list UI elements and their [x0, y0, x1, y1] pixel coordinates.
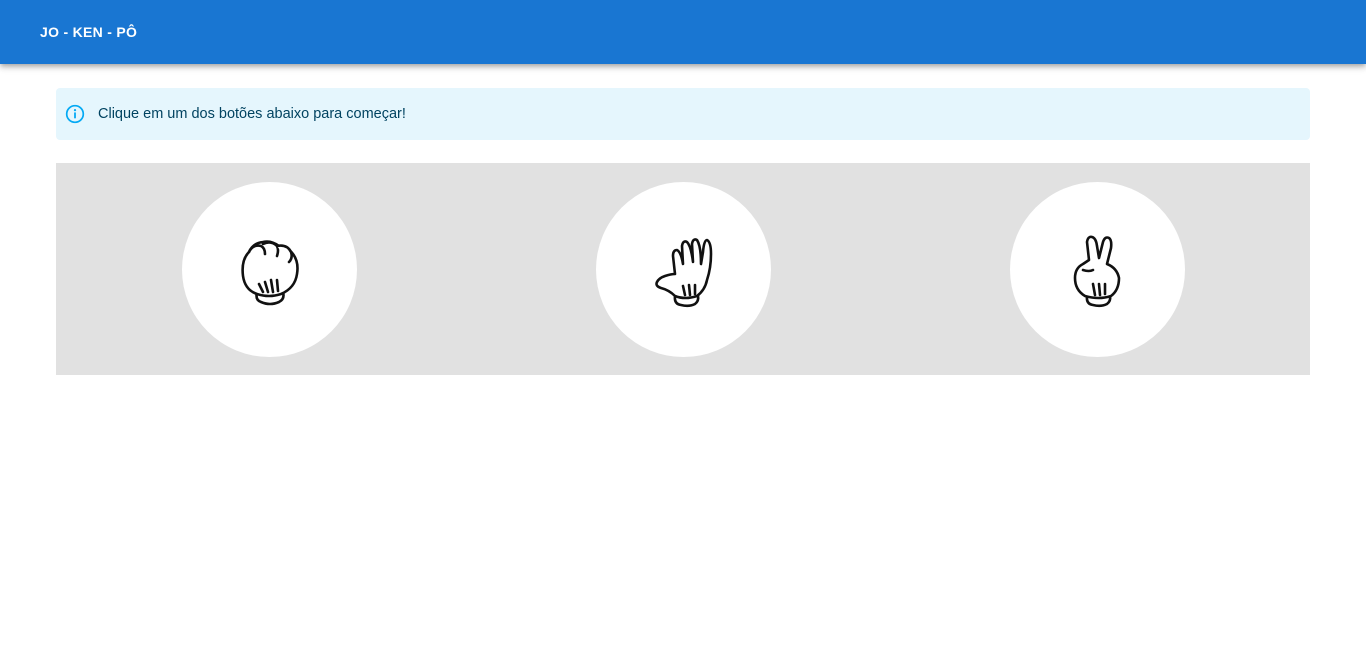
app-bar: JO - KEN - PÔ: [0, 0, 1366, 64]
open-hand-glove-icon: [649, 230, 719, 310]
rock-button[interactable]: [182, 182, 357, 357]
choices-panel: [56, 163, 1310, 375]
info-alert: Clique em um dos botões abaixo para come…: [56, 88, 1310, 140]
info-outline-icon: [65, 104, 85, 124]
app-title: JO - KEN - PÔ: [40, 24, 138, 40]
alert-message: Clique em um dos botões abaixo para come…: [98, 106, 406, 122]
paper-button[interactable]: [596, 182, 771, 357]
fist-glove-icon: [235, 230, 305, 310]
peace-sign-glove-icon: [1063, 230, 1133, 310]
scissors-button[interactable]: [1010, 182, 1185, 357]
